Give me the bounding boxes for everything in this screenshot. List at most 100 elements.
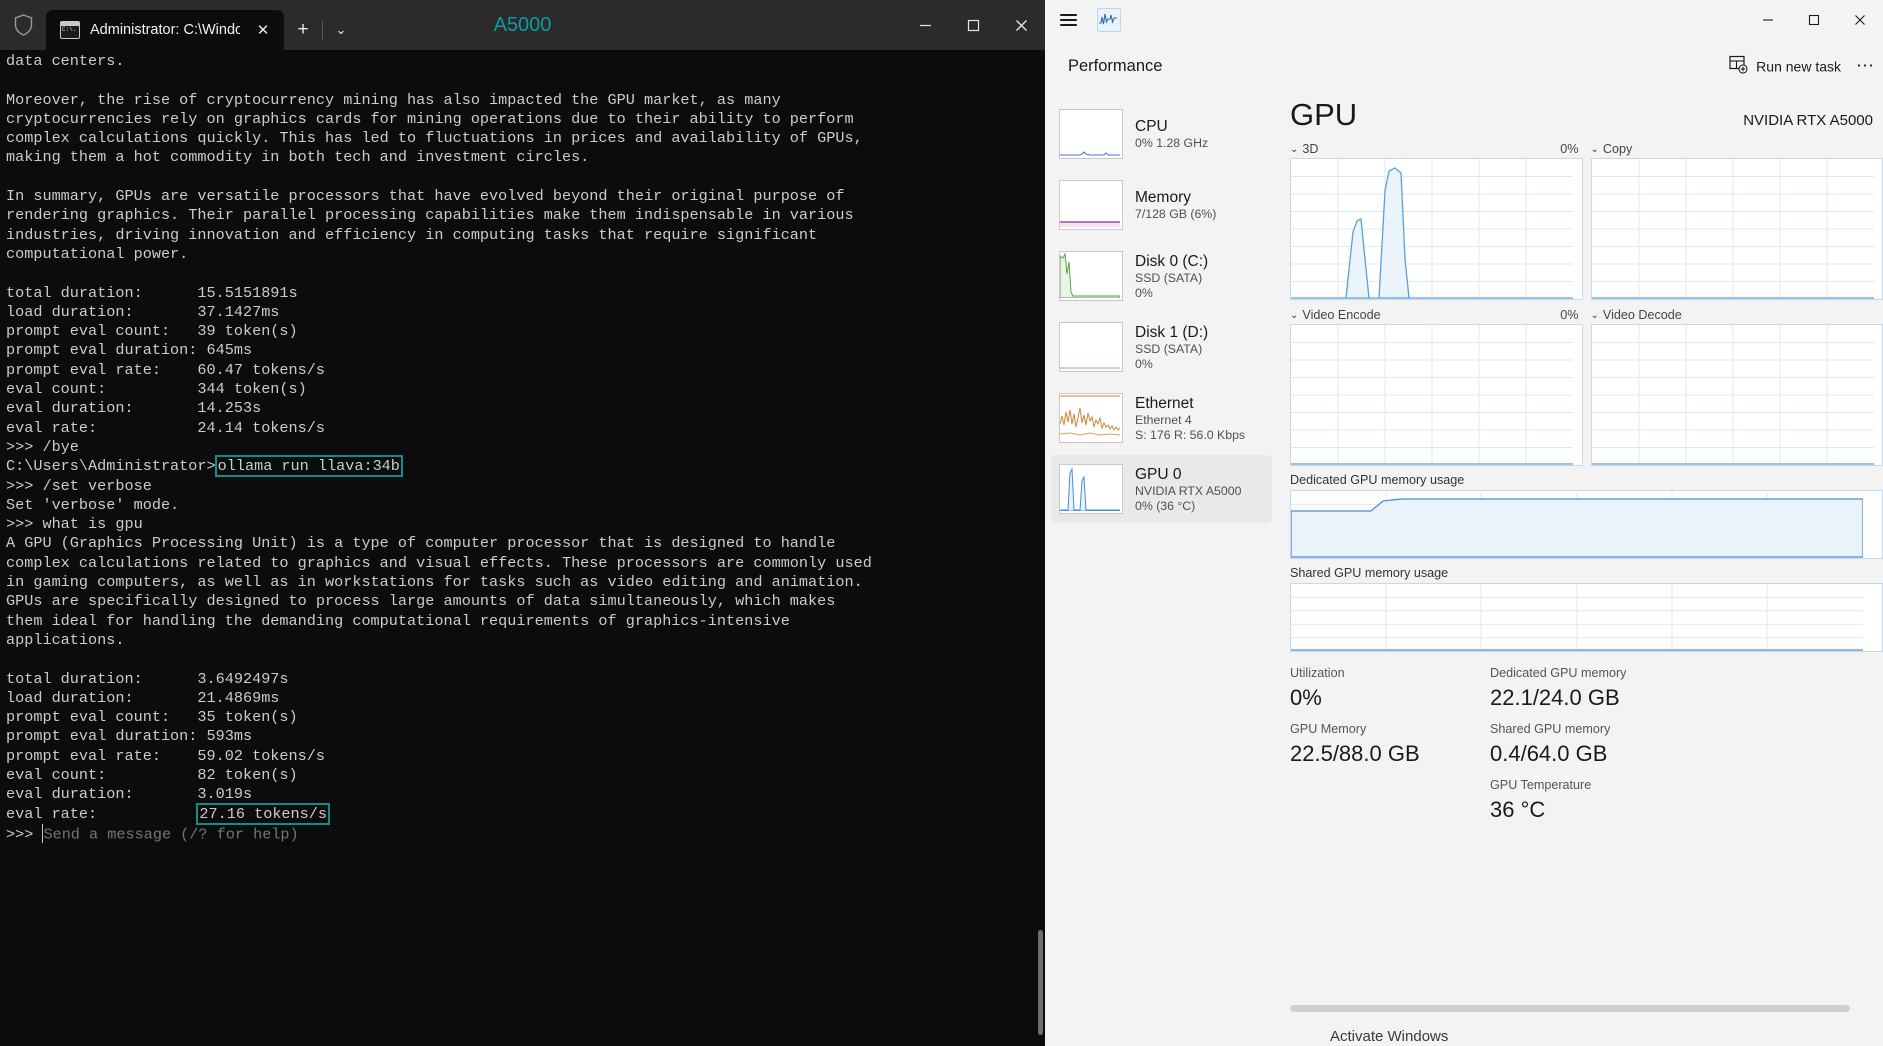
- input-placeholder: Send a message (/? for help): [43, 825, 299, 844]
- task-manager-header: Performance Run new task ⋯: [1045, 40, 1883, 92]
- hamburger-menu-icon[interactable]: [1045, 0, 1091, 40]
- close-tab-icon[interactable]: ✕: [250, 17, 276, 43]
- chevron-down-icon[interactable]: ⌄: [1290, 310, 1298, 321]
- cpu-sparkline: [1059, 109, 1123, 159]
- dedicated-gpu-memory-usage-label: Dedicated GPU memory usage: [1290, 473, 1465, 487]
- tab-title: Administrator: C:\Windows\sy: [90, 22, 240, 38]
- shared-gpu-memory-plot: [1290, 583, 1883, 652]
- chevron-down-icon[interactable]: ⌄: [1591, 310, 1599, 321]
- task-manager-titlebar: [1045, 0, 1883, 40]
- gpu-model-label: NVIDIA RTX A5000: [1743, 112, 1873, 129]
- shared-gpu-memory-value: 0.4/64.0 GB: [1490, 741, 1608, 766]
- terminal-block-1: data centers. Moreover, the rise of cryp…: [6, 52, 863, 456]
- close-button[interactable]: [997, 0, 1045, 50]
- gpu-graph-video-encode-plot: [1290, 324, 1583, 466]
- screen: Administrator: C:\Windows\sy ✕ + ⌄ A5000…: [0, 0, 1883, 1046]
- shared-gpu-memory-usage-label: Shared GPU memory usage: [1290, 566, 1449, 580]
- dedicated-gpu-memory-label: Dedicated GPU memory: [1490, 666, 1627, 680]
- dedicated-gpu-memory-value: 22.1/24.0 GB: [1490, 685, 1620, 710]
- terminal-scrollbar[interactable]: [1038, 930, 1043, 1035]
- utilization-value: 0%: [1290, 685, 1322, 710]
- tm-minimize-button[interactable]: [1745, 0, 1791, 40]
- console-icon: [60, 21, 80, 39]
- chevron-down-icon[interactable]: ⌄: [1591, 144, 1599, 155]
- sidebar-item-sub2: 0% (36 °C): [1135, 498, 1196, 513]
- sidebar-item-sub1: Ethernet 4: [1135, 412, 1192, 427]
- gpu-graph-copy-label: Copy: [1602, 142, 1633, 156]
- terminal-block-2: >>> /set verbose Set 'verbose' mode. >>>…: [6, 476, 872, 804]
- sidebar-item-sub1: 7/128 GB (6%): [1135, 207, 1217, 221]
- gpu-graph-video-encode: ⌄ Video Encode 0%: [1290, 306, 1583, 466]
- maximize-button[interactable]: [949, 0, 997, 50]
- gpu-graph-3d: ⌄ 3D 0%: [1290, 140, 1583, 300]
- tm-maximize-button[interactable]: [1791, 0, 1837, 40]
- minimize-button[interactable]: [901, 0, 949, 50]
- horizontal-scrollbar[interactable]: [1290, 1005, 1850, 1012]
- gpu-graph-video-decode-label: Video Decode: [1602, 308, 1682, 322]
- gpu-stats-col-right: Dedicated GPU memory 22.1/24.0 GB Shared…: [1490, 664, 1700, 832]
- sidebar-item-label: Ethernet: [1135, 394, 1194, 412]
- gpu-graph-copy-header[interactable]: ⌄ Copy: [1591, 140, 1883, 158]
- disk0-sparkline: [1059, 251, 1123, 301]
- shared-gpu-memory-label: Shared GPU memory: [1490, 722, 1611, 736]
- gpu-memory-label: GPU Memory: [1290, 722, 1367, 736]
- task-manager-window: Performance Run new task ⋯ CPU 0% 1.28 G…: [1045, 0, 1883, 1046]
- gpu-stats-col-left: Utilization 0% GPU Memory 22.5/88.0 GB: [1290, 664, 1490, 832]
- highlighted-command: ollama run llava:34b: [214, 455, 403, 478]
- gpu-graph-video-decode: ⌄ Video Decode: [1590, 306, 1883, 466]
- new-tab-button[interactable]: +: [284, 10, 322, 50]
- ethernet-sparkline: [1059, 393, 1123, 443]
- terminal-output-area[interactable]: data centers. Moreover, the rise of cryp…: [0, 50, 1045, 1046]
- task-manager-content: CPU 0% 1.28 GHz Memory 7/128 GB (6%) Dis…: [1045, 92, 1883, 1046]
- sidebar-item-sub1: NVIDIA RTX A5000: [1135, 483, 1242, 498]
- sidebar-item-label: Disk 1 (D:): [1135, 323, 1209, 341]
- sidebar-item-disk1[interactable]: Disk 1 (D:) SSD (SATA) 0%: [1051, 313, 1272, 381]
- sidebar-item-label: Memory: [1135, 189, 1191, 206]
- gpu-engine-graph-row-2: ⌄ Video Encode 0% ⌄ Video Decode: [1290, 306, 1883, 466]
- tm-close-button[interactable]: [1837, 0, 1883, 40]
- terminal-tab[interactable]: Administrator: C:\Windows\sy ✕: [46, 10, 284, 50]
- gpu-graph-video-decode-plot: [1590, 324, 1883, 466]
- gpu-detail-pane: GPU NVIDIA RTX A5000 ⌄ 3D 0% ⌄ Copy ⌄ Vi…: [1278, 92, 1883, 1046]
- sidebar-item-label: CPU: [1135, 118, 1168, 135]
- shield-icon: [0, 0, 46, 50]
- highlighted-eval-rate: 27.16 tokens/s: [196, 802, 331, 825]
- chevron-down-icon[interactable]: ⌄: [322, 10, 360, 50]
- terminal-titlebar: Administrator: C:\Windows\sy ✕ + ⌄ A5000: [0, 0, 1045, 50]
- windows-terminal-window: Administrator: C:\Windows\sy ✕ + ⌄ A5000…: [0, 0, 1045, 1046]
- sidebar-item-sub1: SSD (SATA): [1135, 341, 1203, 356]
- run-new-task-icon: [1729, 55, 1748, 77]
- gpu-temperature-label: GPU Temperature: [1490, 778, 1592, 792]
- gpu-graph-video-encode-label: Video Encode: [1302, 308, 1381, 322]
- sidebar-item-label: GPU 0: [1135, 465, 1182, 483]
- sidebar-item-sub2: 0%: [1135, 356, 1153, 371]
- gpu-graph-copy: ⌄ Copy: [1590, 140, 1883, 300]
- sidebar-item-ethernet[interactable]: Ethernet Ethernet 4 S: 176 R: 56.0 Kbps: [1051, 384, 1272, 452]
- sidebar-item-sub1: SSD (SATA): [1135, 270, 1203, 285]
- sidebar-item-sub2: 0%: [1135, 285, 1153, 300]
- gpu-memory-value: 22.5/88.0 GB: [1290, 741, 1420, 766]
- gpu-engine-graph-row-1: ⌄ 3D 0% ⌄ Copy: [1290, 140, 1883, 300]
- sidebar-item-gpu0[interactable]: GPU 0 NVIDIA RTX A5000 0% (36 °C): [1051, 455, 1272, 523]
- more-options-icon[interactable]: ⋯: [1856, 56, 1875, 77]
- sidebar-item-disk0[interactable]: Disk 0 (C:) SSD (SATA) 0%: [1051, 242, 1272, 310]
- utilization-label: Utilization: [1290, 666, 1345, 680]
- gpu-graph-3d-plot: [1290, 158, 1583, 300]
- task-manager-icon: [1097, 8, 1121, 32]
- run-new-task-label: Run new task: [1756, 58, 1841, 74]
- gpu-graph-3d-header[interactable]: ⌄ 3D 0%: [1290, 140, 1583, 158]
- chevron-down-icon[interactable]: ⌄: [1290, 144, 1298, 155]
- disk1-sparkline: [1059, 322, 1123, 372]
- gpu-stats-grid: Utilization 0% GPU Memory 22.5/88.0 GB D…: [1290, 664, 1883, 832]
- gpu-graph-video-decode-header[interactable]: ⌄ Video Decode: [1591, 306, 1883, 324]
- sidebar-item-memory[interactable]: Memory 7/128 GB (6%): [1051, 171, 1272, 239]
- gpu-header: GPU NVIDIA RTX A5000: [1290, 96, 1883, 134]
- gpu-graph-copy-plot: [1590, 158, 1883, 300]
- run-new-task-button[interactable]: Run new task: [1729, 55, 1841, 77]
- gpu-graph-video-encode-header[interactable]: ⌄ Video Encode 0%: [1290, 306, 1583, 324]
- sidebar-item-sub2: S: 176 R: 56.0 Kbps: [1135, 427, 1246, 442]
- performance-sidebar: CPU 0% 1.28 GHz Memory 7/128 GB (6%) Dis…: [1045, 92, 1278, 1046]
- memory-sparkline: [1059, 180, 1123, 230]
- eval-rate-label: eval rate:: [6, 804, 198, 823]
- sidebar-item-cpu[interactable]: CPU 0% 1.28 GHz: [1051, 100, 1272, 168]
